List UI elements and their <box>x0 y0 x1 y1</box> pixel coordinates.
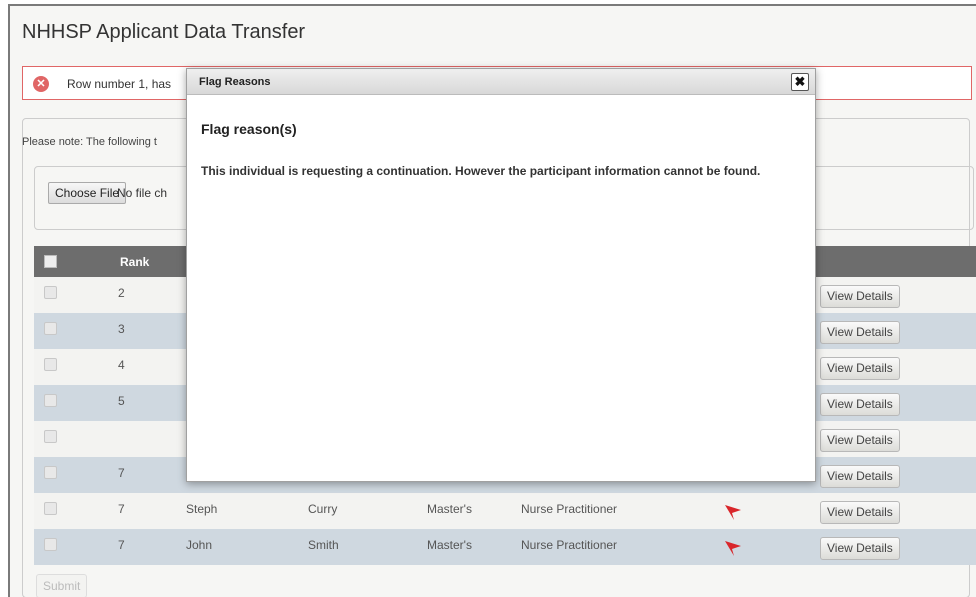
view-details-button[interactable]: View Details <box>820 465 900 488</box>
rank-cell: 7 <box>118 502 125 516</box>
view-details-button[interactable]: View Details <box>820 429 900 452</box>
last-name-cell: Smith <box>308 538 339 552</box>
view-details-button[interactable]: View Details <box>820 537 900 560</box>
upload-note: Please note: The following t <box>22 136 157 148</box>
flag-reasons-dialog: Flag Reasons ✖ Flag reason(s) This indiv… <box>186 68 816 482</box>
view-details-button[interactable]: View Details <box>820 357 900 380</box>
rank-cell: 5 <box>118 394 125 408</box>
submit-button[interactable]: Submit <box>36 574 88 597</box>
rank-cell: 4 <box>118 358 125 372</box>
close-icon[interactable]: ✖ <box>791 73 809 91</box>
view-details-button[interactable]: View Details <box>820 285 900 308</box>
dialog-heading: Flag reason(s) <box>201 121 297 137</box>
error-icon: ✕ <box>33 76 49 92</box>
first-name-cell: Steph <box>186 502 218 516</box>
table-row: 7 Steph Curry Master's Nurse Practitioner Vie… <box>34 493 976 529</box>
choose-file-button[interactable]: Choose File <box>48 182 127 204</box>
profession-cell: Nurse Practitioner <box>521 502 618 516</box>
rank-cell: 3 <box>118 322 125 336</box>
profession-cell: Nurse Practitioner <box>521 538 618 552</box>
row-checkbox[interactable] <box>44 286 57 299</box>
alert-message: Row number 1, has <box>67 77 172 91</box>
dialog-title: Flag Reasons <box>199 76 271 88</box>
view-details-button[interactable]: View Details <box>820 393 900 416</box>
rank-column-header: Rank <box>120 255 150 269</box>
page-title: NHHSP Applicant Data Transfer <box>22 21 306 43</box>
row-checkbox[interactable] <box>44 538 57 551</box>
table-row: 7 John Smith Master's Nurse Practitioner View… <box>34 529 976 565</box>
row-checkbox[interactable] <box>44 502 57 515</box>
row-checkbox[interactable] <box>44 466 57 479</box>
row-checkbox[interactable] <box>44 430 57 443</box>
row-checkbox[interactable] <box>44 394 57 407</box>
dialog-message: This individual is requesting a continua… <box>201 164 761 178</box>
row-checkbox[interactable] <box>44 322 57 335</box>
flag-icon[interactable] <box>722 539 744 559</box>
degree-cell: Master's <box>427 502 472 516</box>
select-all-checkbox[interactable] <box>44 255 57 268</box>
degree-cell: Master's <box>427 538 472 552</box>
first-name-cell: John <box>186 538 213 552</box>
rank-cell: 7 <box>118 538 125 552</box>
dialog-header: Flag Reasons ✖ <box>187 69 815 95</box>
rank-cell: 2 <box>118 286 125 300</box>
rank-cell: 7 <box>118 466 125 480</box>
file-status-text: No file ch <box>117 186 168 200</box>
view-details-button[interactable]: View Details <box>820 501 900 524</box>
view-details-button[interactable]: View Details <box>820 321 900 344</box>
last-name-cell: Curry <box>308 502 338 516</box>
row-checkbox[interactable] <box>44 358 57 371</box>
flag-icon[interactable] <box>722 503 744 523</box>
